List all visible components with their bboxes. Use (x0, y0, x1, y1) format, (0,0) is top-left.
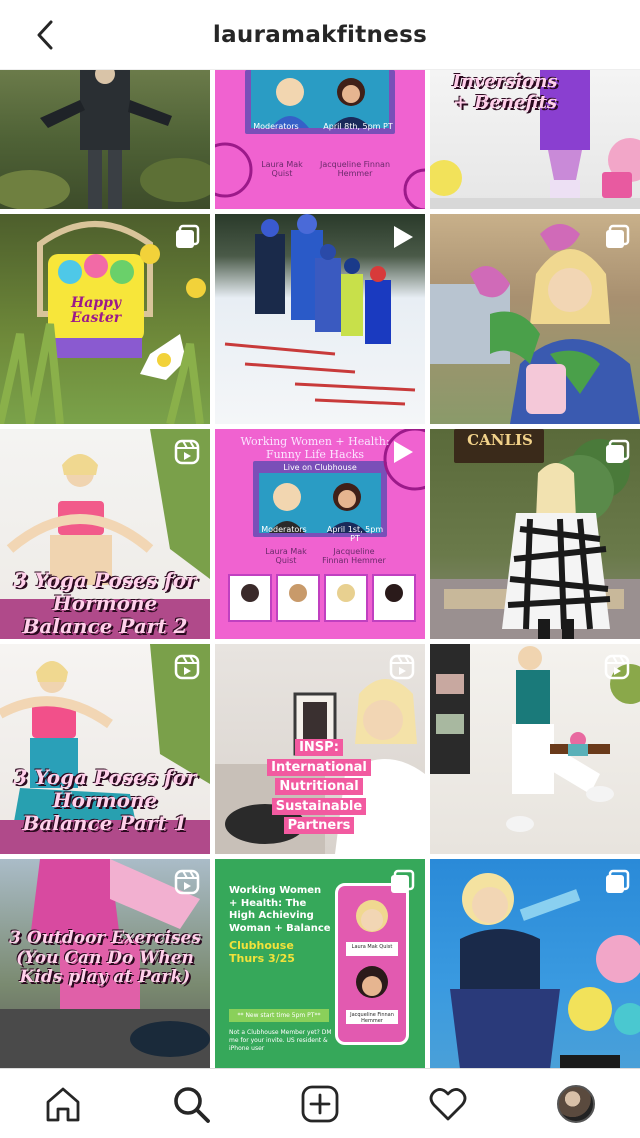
post-caption-overlay: 3 Yoga Poses for Hormone Balance Part 2 (13, 568, 197, 638)
post-tile[interactable]: INSP: International Nutritional Sustaina… (215, 644, 425, 854)
back-button[interactable] (28, 18, 62, 52)
post-caption-overlay: 3 Yoga Poses for Hormone Balance Part 1 (13, 765, 197, 835)
tab-profile[interactable] (555, 1083, 597, 1125)
host-name: Laura Mak Quist (261, 160, 303, 178)
post-tile[interactable]: Working Women + Health: The High Achievi… (215, 859, 425, 1068)
reels-icon (174, 869, 200, 895)
bottom-tab-bar (0, 1068, 640, 1138)
post-image (0, 70, 210, 209)
host-name: Jacqueline Finnan Hemmer (322, 547, 386, 565)
host-name: Laura Mak Quist (265, 547, 307, 565)
post-tile[interactable]: Inversions + Benefits (430, 70, 640, 209)
post-tile[interactable]: Moderators April 8th, 5pm PT Laura Mak Q… (215, 70, 425, 209)
easter-sign: Happy Easter (70, 295, 122, 327)
add-post-icon (301, 1085, 339, 1123)
time-note: ** New start time 5pm PT** (229, 1009, 329, 1022)
heart-icon (429, 1088, 467, 1121)
search-icon (174, 1087, 210, 1123)
tab-add-post[interactable] (299, 1083, 341, 1125)
post-tile[interactable]: 3 Yoga Poses for Hormone Balance Part 2 (0, 429, 210, 639)
post-tile[interactable] (430, 214, 640, 424)
profile-avatar (557, 1085, 595, 1123)
event-date: April 8th, 5pm PT (323, 122, 393, 131)
tab-home[interactable] (42, 1083, 84, 1125)
insp-line: INSP: (295, 739, 343, 756)
reels-icon (174, 654, 200, 680)
event-date: April 1st, 5pm PT (326, 525, 384, 543)
card-name: Jacqueline Finnan Hemmer (350, 1012, 394, 1024)
moderators-label: Moderators (253, 122, 299, 131)
carousel-icon (606, 869, 630, 893)
home-icon (46, 1087, 80, 1122)
post-caption-overlay: 3 Outdoor Exercises (You Can Do When Kid… (9, 928, 201, 988)
phone-card: Laura Mak Quist Jacqueline Finnan Hemmer (335, 883, 409, 1045)
post-tile[interactable]: Working Women + Health: Funny Life Hacks… (215, 429, 425, 639)
insp-text-block: INSP: International Nutritional Sustaina… (267, 738, 371, 836)
reels-icon (389, 654, 415, 680)
profile-username: lauramakfitness (212, 21, 428, 48)
post-image (215, 70, 425, 209)
card-name: Laura Mak Quist (351, 944, 393, 950)
carousel-icon (176, 224, 200, 248)
post-tile[interactable] (430, 859, 640, 1068)
moderators-label: Moderators (261, 525, 307, 534)
insp-line: Sustainable (271, 797, 367, 815)
reels-icon (604, 654, 630, 680)
carousel-icon (606, 224, 630, 248)
invite-note: Not a Clubhouse Member yet? DM me for yo… (229, 1029, 332, 1052)
post-tile[interactable]: Happy Easter (0, 214, 210, 424)
post-title: Working Women + Health: Funny Life Hacks (240, 435, 390, 461)
tab-activity[interactable] (427, 1083, 469, 1125)
video-play-icon (394, 441, 413, 463)
insp-line: International (267, 758, 371, 776)
insp-line: Partners (283, 817, 355, 834)
top-header: lauramakfitness (0, 0, 640, 70)
event-label: Clubhouse Thurs 3/25 (229, 939, 295, 965)
post-grid: Moderators April 8th, 5pm PT Laura Mak Q… (0, 70, 640, 1068)
post-tile[interactable] (430, 644, 640, 854)
chevron-left-icon (37, 20, 53, 50)
canlis-sign: CANLIS (467, 431, 533, 449)
post-tile[interactable] (215, 214, 425, 424)
carousel-icon (391, 869, 415, 893)
host-name: Jacqueline Finnan Hemmer (319, 160, 391, 178)
post-title: Working Women + Health: The High Achievi… (229, 885, 331, 934)
carousel-icon (606, 439, 630, 463)
video-play-icon (394, 226, 413, 248)
insp-line: Nutritional (275, 778, 363, 795)
post-tile[interactable]: 3 Outdoor Exercises (You Can Do When Kid… (0, 859, 210, 1068)
reels-icon (174, 439, 200, 465)
tab-search[interactable] (170, 1083, 212, 1125)
post-tile[interactable]: CANLIS (430, 429, 640, 639)
post-subtitle: Live on Clubhouse (283, 463, 357, 472)
post-caption-overlay: Inversions + Benefits (452, 71, 558, 113)
post-tile[interactable]: 3 Yoga Poses for Hormone Balance Part 1 (0, 644, 210, 854)
post-tile[interactable] (0, 70, 210, 209)
